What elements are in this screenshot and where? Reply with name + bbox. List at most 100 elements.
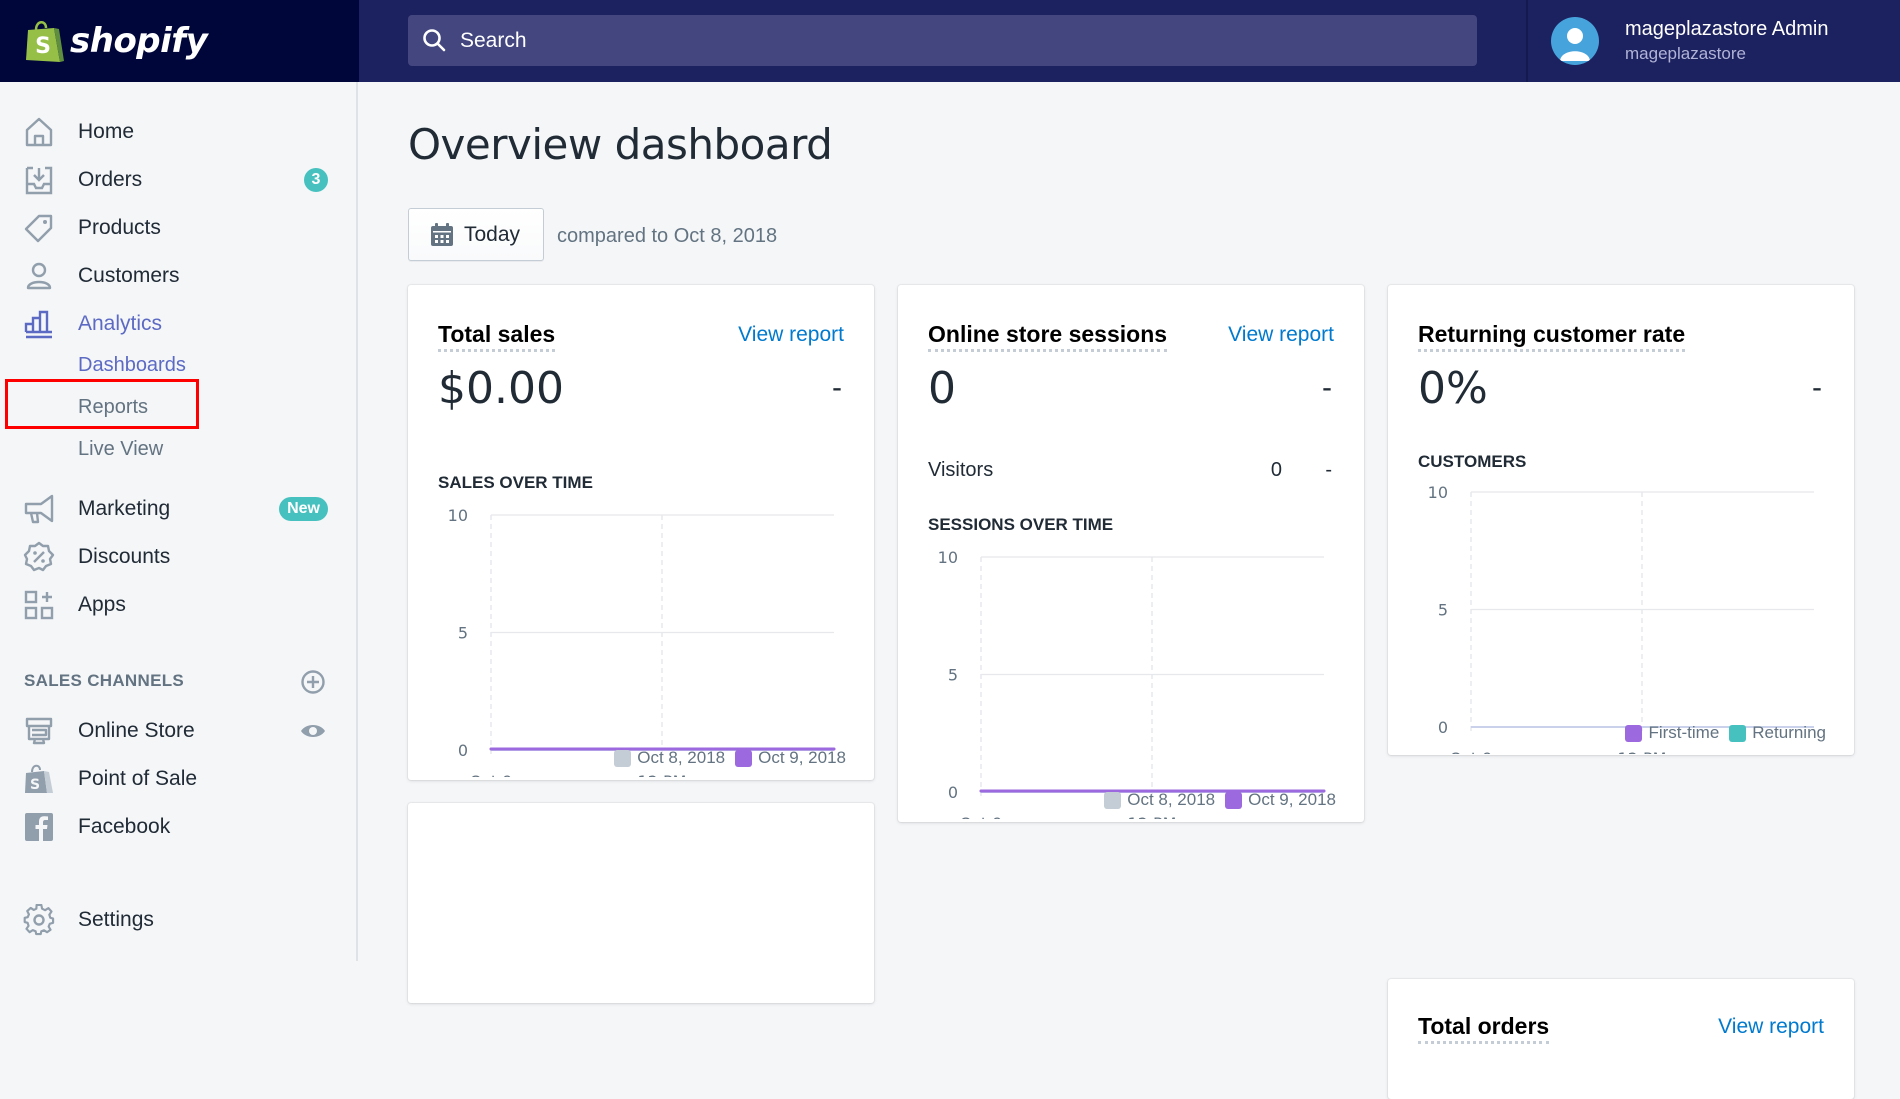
legend-swatch-first-time: [1625, 724, 1643, 742]
chart-title: SESSIONS OVER TIME: [928, 515, 1114, 534]
chart-legend: Oct 8, 2018 Oct 9, 2018: [1094, 790, 1336, 810]
shopify-logo[interactable]: S shopify: [0, 0, 359, 82]
legend-label: Oct 9, 2018: [758, 748, 846, 767]
chart-title: CUSTOMERS: [1418, 452, 1527, 471]
card-title[interactable]: Online store sessions: [928, 321, 1168, 352]
tag-icon: [24, 214, 53, 243]
chart-title: SALES OVER TIME: [438, 473, 593, 492]
pos-bag-icon: S: [25, 764, 53, 793]
card-title[interactable]: Total sales: [438, 321, 556, 352]
sidebar-item-apps[interactable]: Apps: [0, 583, 358, 627]
eye-icon[interactable]: [300, 722, 326, 740]
visitors-label: Visitors: [928, 459, 994, 481]
discount-icon: [23, 541, 55, 572]
returning-rate-value: 0%: [1418, 363, 1488, 414]
user-avatar-icon: [1560, 28, 1590, 61]
orders-icon: [25, 166, 53, 195]
sidebar-item-label: Facebook: [78, 815, 171, 838]
y-tick-label: 10: [938, 549, 958, 567]
legend-swatch-current: [735, 749, 753, 767]
shopify-bag-icon: S: [26, 21, 64, 62]
sales-channels-heading: SALES CHANNELS: [24, 671, 185, 690]
sidebar-channel-facebook[interactable]: Facebook: [0, 805, 358, 849]
card-title[interactable]: Total orders: [1418, 1013, 1550, 1044]
sidebar-item-label: Apps: [78, 593, 126, 616]
home-icon: [25, 117, 53, 147]
sidebar-item-marketing[interactable]: Marketing New: [0, 487, 358, 531]
y-tick-label: 10: [1428, 484, 1448, 502]
card-title[interactable]: Returning customer rate: [1418, 321, 1686, 352]
sidebar-item-label: Online Store: [78, 719, 195, 742]
partial-card: [408, 803, 874, 1003]
sidebar-item-settings[interactable]: Settings: [0, 898, 358, 942]
total-sales-card: Total sales View report $0.00 - SALES OV…: [408, 285, 874, 780]
sidebar-subitem-live-view[interactable]: Live View: [0, 430, 358, 468]
search-input[interactable]: Search: [408, 15, 1477, 66]
sidebar-item-home[interactable]: Home: [0, 110, 358, 154]
legend-swatch-prev: [1104, 791, 1122, 809]
y-tick-label: 5: [1438, 601, 1448, 620]
user-name: mageplazastore Admin: [1625, 18, 1829, 40]
view-report-link[interactable]: View report: [738, 323, 844, 347]
x-tick-label: 12 PM: [638, 772, 687, 777]
apps-icon: [24, 590, 54, 620]
view-report-link[interactable]: View report: [1718, 1015, 1824, 1039]
add-sales-channel-icon[interactable]: [300, 669, 326, 695]
megaphone-icon: [24, 494, 54, 524]
sessions-value: 0: [928, 363, 956, 414]
chart-legend: Oct 8, 2018 Oct 9, 2018: [604, 748, 846, 768]
svg-text:S: S: [35, 34, 51, 59]
sidebar-item-discounts[interactable]: Discounts: [0, 535, 358, 579]
sidebar-channel-point-of-sale[interactable]: S Point of Sale: [0, 757, 358, 801]
sidebar-item-label: Home: [78, 120, 135, 143]
calendar-icon: [431, 222, 453, 246]
x-tick-label: 12 PM: [1128, 814, 1177, 819]
bar-chart-icon: [24, 310, 52, 339]
legend-label: Oct 8, 2018: [637, 748, 726, 767]
y-tick-label: 0: [458, 741, 468, 760]
svg-text:S: S: [30, 777, 40, 793]
online-store-sessions-card: Online store sessions View report 0 - Vi…: [898, 285, 1364, 822]
sessions-over-time-chart: 0 5 10 Oct 9 12 PM: [938, 549, 1326, 819]
new-badge: New: [279, 497, 328, 521]
legend-label: First-time: [1648, 723, 1720, 742]
sidebar-item-customers[interactable]: Customers: [0, 254, 358, 298]
search-placeholder: Search: [460, 28, 527, 52]
legend-label: Oct 8, 2018: [1127, 790, 1216, 809]
x-tick-label: Oct 9: [1450, 749, 1493, 754]
sidebar-channel-online-store[interactable]: Online Store: [0, 709, 358, 753]
sidebar-item-orders[interactable]: Orders 3: [0, 158, 358, 202]
sidebar-item-label: Analytics: [78, 312, 163, 335]
search-icon: [423, 28, 446, 51]
date-range-button[interactable]: Today: [408, 208, 544, 261]
y-tick-label: 0: [948, 783, 958, 802]
legend-label: Returning: [1752, 723, 1826, 742]
sidebar-item-label: Point of Sale: [78, 767, 198, 790]
sidebar-subitem-label: Live View: [78, 437, 164, 460]
gear-icon: [23, 904, 55, 936]
y-tick-label: 5: [948, 666, 958, 685]
view-report-link[interactable]: View report: [1228, 323, 1334, 347]
total-orders-card: Total orders View report: [1388, 979, 1854, 1099]
sidebar-item-analytics[interactable]: Analytics: [0, 302, 358, 346]
total-sales-delta: -: [832, 371, 842, 404]
legend-swatch-current: [1225, 791, 1243, 809]
top-bar: S shopify Search mageplazastore Admin ma…: [0, 0, 1900, 82]
sidebar-item-label: Orders: [78, 168, 143, 191]
y-tick-label: 5: [458, 624, 468, 643]
annotation-highlight-box: [5, 379, 199, 429]
sidebar-item-products[interactable]: Products: [0, 206, 358, 250]
person-icon: [26, 262, 52, 290]
x-tick-label: 12 PM: [1618, 749, 1667, 754]
sessions-delta: -: [1322, 371, 1332, 404]
y-tick-label: 0: [1438, 718, 1448, 737]
main-content: Overview dashboard Today compared to Oct…: [360, 82, 1900, 1099]
user-menu[interactable]: mageplazastore Admin mageplazastore: [1526, 0, 1900, 82]
facebook-icon: [25, 813, 53, 841]
legend-swatch-returning: [1729, 724, 1747, 742]
visitors-delta: -: [1325, 459, 1332, 481]
sidebar-item-label: Customers: [78, 264, 180, 287]
returning-customer-rate-card: Returning customer rate 0% - CUSTOMERS 0…: [1388, 285, 1854, 755]
sidebar-item-label: Settings: [78, 908, 154, 931]
brand-name: shopify: [70, 21, 208, 61]
